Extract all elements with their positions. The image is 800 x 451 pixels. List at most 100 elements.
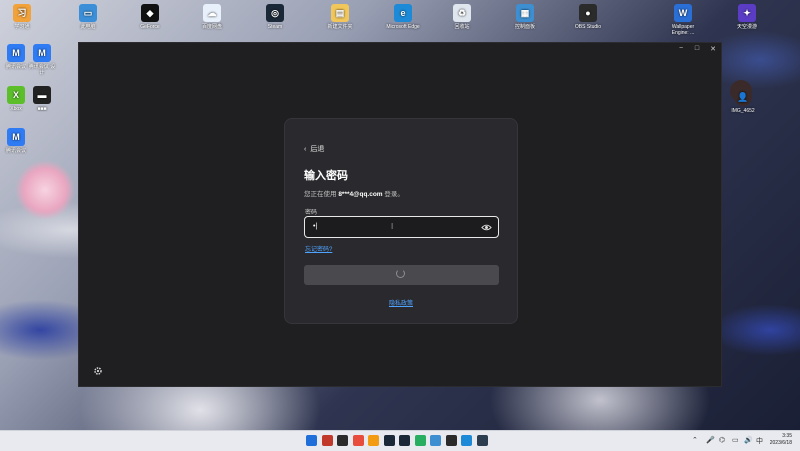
app-icon: ▤ xyxy=(331,4,349,22)
taskbar-obs-icon[interactable] xyxy=(430,435,441,446)
image-icon: 👤 xyxy=(734,88,752,106)
desktop-icon-label: 此电脑 xyxy=(80,24,96,30)
app-icon: ◎ xyxy=(266,4,284,22)
app-icon: e xyxy=(394,4,412,22)
desktop-icon[interactable]: W Wallpaper Engine: ... xyxy=(663,4,703,36)
mic-icon[interactable]: 🎤 xyxy=(706,436,715,444)
back-button[interactable]: ‹ 后退 xyxy=(304,144,324,154)
submit-button[interactable] xyxy=(304,265,499,285)
settings-gear-icon[interactable] xyxy=(93,366,103,376)
desktop-icon-label: 腾讯会议 xyxy=(5,64,26,70)
app-icon: M xyxy=(7,44,25,62)
taskbar: ⌃ 🎤 ⌬ ▭ 🔊 中 3:35 2023/6/18 xyxy=(0,430,800,451)
maximize-button[interactable]: □ xyxy=(693,45,701,53)
display-icon[interactable]: ▭ xyxy=(732,436,739,444)
desktop-icon[interactable]: e Microsoft Edge xyxy=(383,4,423,30)
desktop-icon[interactable]: X Xbox xyxy=(2,86,30,112)
wallpaper-character xyxy=(15,160,75,220)
desktop-icon-label: GeForce xyxy=(140,24,160,30)
clock-date: 2023/6/18 xyxy=(769,440,792,446)
subtitle-prefix: 您正在使用 xyxy=(304,191,337,198)
desktop-icon-label: Xbox xyxy=(10,106,22,112)
system-clock[interactable]: 3:35 2023/6/18 xyxy=(770,433,792,447)
taskbar-onenote-icon[interactable] xyxy=(461,435,472,446)
desktop-icon-label: OBS Studio xyxy=(574,24,602,30)
taskbar-app-icon[interactable] xyxy=(476,435,488,446)
taskbar-wallpaper-icon[interactable] xyxy=(445,435,457,446)
forgot-password-link[interactable]: 忘记密码? xyxy=(305,244,332,253)
back-label: 后退 xyxy=(310,146,325,153)
page-title: 输入密码 xyxy=(304,170,348,182)
app-icon: 习 xyxy=(13,4,31,22)
taskbar-steam-icon[interactable] xyxy=(399,435,410,446)
app-icon: ♻ xyxy=(453,4,471,22)
app-icon: M xyxy=(33,44,51,62)
password-field[interactable]: •| I xyxy=(304,216,499,238)
eye-icon[interactable] xyxy=(481,222,492,233)
account-email: 8***4@qq.com xyxy=(338,191,383,198)
login-card: ‹ 后退 输入密码 您正在使用 8***4@qq.com 登录。 密码 •| I… xyxy=(284,118,518,324)
desktop-icon[interactable]: ♻ 回收站 xyxy=(442,4,482,30)
speaker-icon[interactable]: 🔊 xyxy=(744,436,753,444)
desktop-icon[interactable]: ▤ 新建文件夹 xyxy=(320,4,360,30)
desktop-icon-label: 百度网盘 xyxy=(201,24,222,30)
desktop-icon[interactable]: M 腾讯会议 xyxy=(2,44,30,70)
desktop-icon[interactable]: ☁ 百度网盘 xyxy=(192,4,232,30)
window-controls: − □ ✕ xyxy=(677,45,717,53)
chevron-left-icon: ‹ xyxy=(304,145,307,153)
app-icon: ☁ xyxy=(203,4,221,22)
desktop-icon[interactable]: M 腾讯会议 设计 xyxy=(28,44,56,76)
desktop-icon[interactable]: ◆ GeForce xyxy=(130,4,170,30)
taskbar-start-icon[interactable] xyxy=(306,435,317,446)
taskbar-search-icon[interactable] xyxy=(321,435,333,446)
app-icon: ▬ xyxy=(33,86,51,104)
loading-spinner-icon xyxy=(396,269,405,278)
desktop-icon-label: 控制面板 xyxy=(514,24,535,30)
password-label: 密码 xyxy=(305,210,318,216)
taskbar-files-icon[interactable] xyxy=(414,435,426,446)
desktop-icon-label: Steam xyxy=(267,24,283,30)
app-icon: ◆ xyxy=(141,4,159,22)
desktop-icon-label: 新建文件夹 xyxy=(327,24,353,30)
desktop-icon-label: IMG_4652 xyxy=(731,108,755,114)
desktop-icon-label: Microsoft Edge xyxy=(386,24,420,30)
app-icon: W xyxy=(674,4,692,22)
minimize-button[interactable]: − xyxy=(677,45,685,53)
desktop-icon-image[interactable]: 👤 IMG_4652 xyxy=(723,88,763,114)
app-icon: ✦ xyxy=(738,4,756,22)
app-icon: X xyxy=(7,86,25,104)
privacy-policy-link[interactable]: 隐私政策 xyxy=(285,298,517,307)
taskbar-explorer-icon[interactable] xyxy=(368,435,379,446)
desktop-icon-label: Wallpaper Engine: ... xyxy=(671,24,695,36)
taskbar-store-icon[interactable] xyxy=(383,435,395,446)
app-icon: ▭ xyxy=(79,4,97,22)
account-info: 您正在使用 8***4@qq.com 登录。 xyxy=(304,188,404,198)
app-icon: ▦ xyxy=(516,4,534,22)
desktop-icon-label: 腾讯会议 xyxy=(5,148,26,154)
desktop-icon[interactable]: ▬ ■■■ xyxy=(28,86,56,112)
clock-time: 3:35 xyxy=(782,433,792,439)
desktop-icon[interactable]: ▭ 此电脑 xyxy=(68,4,108,30)
taskbar-task-icon[interactable] xyxy=(337,435,348,446)
desktop-icon-label: 学习通 xyxy=(14,24,30,30)
desktop-icon[interactable]: M 腾讯会议 xyxy=(2,128,30,154)
desktop-icon[interactable]: ◎ Steam xyxy=(255,4,295,30)
network-icon[interactable]: ⌬ xyxy=(719,436,725,444)
desktop-icon[interactable]: ✦ 天空漫游 xyxy=(727,4,767,30)
desktop-icon[interactable]: ● OBS Studio xyxy=(568,4,608,30)
app-window: − □ ✕ ‹ 后退 输入密码 您正在使用 8***4@qq.com 登录。 密… xyxy=(78,42,722,387)
text-cursor-icon: I xyxy=(391,222,394,231)
desktop-icon[interactable]: 习学习通 xyxy=(2,4,42,30)
taskbar-edge-icon[interactable] xyxy=(352,435,364,446)
app-icon: ● xyxy=(579,4,597,22)
input-method-icon[interactable]: 中 xyxy=(756,436,763,446)
desktop-icon[interactable]: ▦ 控制面板 xyxy=(505,4,545,30)
desktop-icon-label: ■■■ xyxy=(37,106,47,112)
close-button[interactable]: ✕ xyxy=(709,45,717,53)
desktop-icon-label: 腾讯会议 设计 xyxy=(28,64,56,76)
app-icon: M xyxy=(7,128,25,146)
chevron-up-icon[interactable]: ⌃ xyxy=(692,436,698,444)
password-value: •| xyxy=(313,223,318,230)
subtitle-suffix: 登录。 xyxy=(384,191,404,198)
desktop-icon-label: 回收站 xyxy=(454,24,470,30)
